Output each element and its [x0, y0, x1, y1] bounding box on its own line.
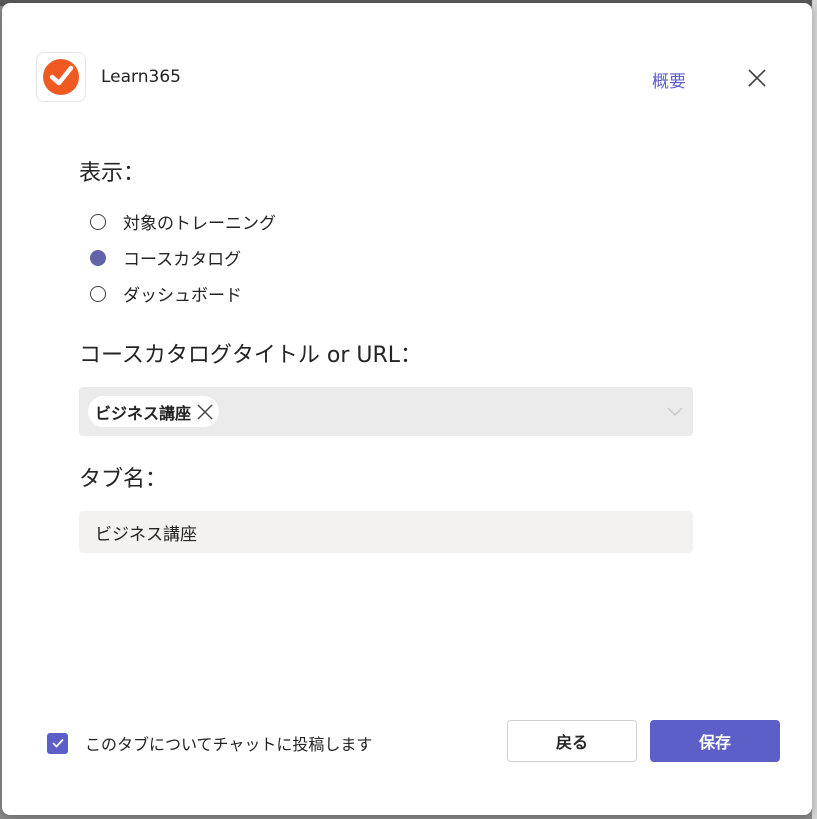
catalog-label: コースカタログタイトル or URL：	[79, 343, 423, 368]
close-button[interactable]	[742, 63, 772, 93]
radio-label: ダッシュボード	[123, 286, 242, 306]
chip-label: ビジネス講座	[95, 403, 192, 423]
radio-course-catalog[interactable]: コースカタログ	[90, 245, 241, 270]
chevron-down-icon	[667, 402, 683, 421]
chip-remove-button[interactable]	[197, 404, 213, 420]
back-button[interactable]: 戻る	[507, 720, 637, 762]
close-icon	[197, 404, 213, 419]
background-app-edge	[812, 0, 817, 819]
selected-chip: ビジネス講座	[88, 396, 220, 427]
radio-label: コースカタログ	[123, 250, 242, 270]
checkbox-checked	[47, 732, 68, 754]
radio-target-training[interactable]: 対象のトレーニング	[90, 209, 276, 234]
close-icon	[748, 69, 766, 87]
radio-label: 対象のトレーニング	[123, 214, 276, 234]
radio-indicator	[90, 249, 106, 266]
app-name: Learn365	[101, 67, 181, 87]
tab-name-input[interactable]	[79, 511, 693, 553]
radio-indicator	[90, 285, 106, 302]
catalog-select[interactable]: ビジネス講座	[79, 387, 693, 436]
display-label: 表示：	[79, 161, 146, 186]
radio-dashboard[interactable]: ダッシュボード	[90, 281, 242, 306]
app-logo	[36, 52, 86, 102]
tab-config-dialog: Learn365 概要 表示： 対象のトレーニング コースカタログ ダッシュボー…	[2, 3, 812, 815]
post-to-chat-checkbox[interactable]: このタブについてチャットに投稿します	[47, 731, 372, 755]
learn365-logo-icon	[43, 59, 79, 95]
tab-name-label: タブ名：	[79, 467, 168, 492]
checkbox-label: このタブについてチャットに投稿します	[85, 735, 373, 754]
about-link[interactable]: 概要	[652, 67, 686, 92]
save-button[interactable]: 保存	[650, 720, 780, 762]
radio-indicator	[90, 213, 106, 230]
checkmark-icon	[51, 738, 64, 748]
